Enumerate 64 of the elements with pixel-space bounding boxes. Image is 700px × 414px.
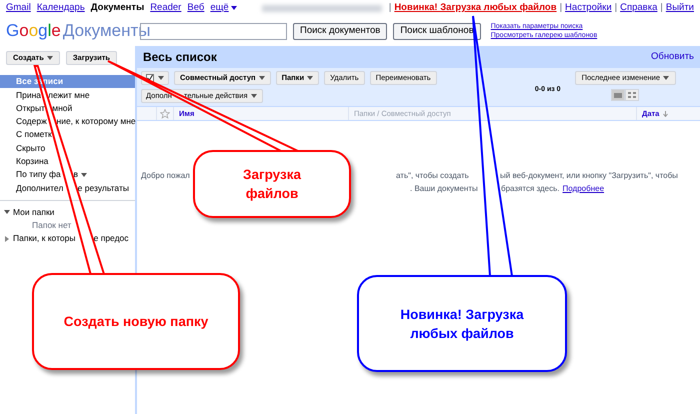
sort-arrow-icon [663, 110, 668, 116]
folder-item[interactable]: Мои папки [0, 206, 135, 219]
welcome-text: бразятся здесь. [501, 183, 560, 195]
sidebar-item-text: По типу фа [16, 168, 61, 182]
separator: | [388, 0, 392, 15]
sidebar-item-text: в [73, 168, 78, 182]
caret-icon [250, 94, 257, 98]
sidebar-item[interactable]: Содерж ние, к которому мне [0, 114, 135, 128]
separator: | [614, 0, 618, 15]
caret-icon [230, 6, 237, 10]
list-title: Весь список [143, 49, 217, 66]
google-logo[interactable]: Google [6, 18, 61, 44]
sidebar-item[interactable]: Скрыто [0, 141, 135, 155]
sidebar-item-text: е результаты [78, 182, 129, 194]
account-link[interactable]: Выйти [666, 0, 694, 16]
nav-link[interactable]: Документы [90, 0, 144, 16]
sidebar-item[interactable]: Корзина [0, 154, 135, 168]
separator: | [560, 0, 562, 15]
sidebar-item[interactable]: Прина лежит мне [0, 88, 135, 102]
sidebar-item-text: Прина [16, 88, 42, 102]
list-view-icon [614, 92, 622, 98]
empty-folder-note: Папок нет [31, 218, 72, 232]
account-link[interactable]: Настройки [565, 0, 612, 16]
expanded-triangle-icon [4, 209, 10, 216]
welcome-text: ый веб-документ, или кнопку "Загрузить", чтобы [500, 170, 678, 182]
folder-item-text: Папки, к которы [13, 232, 76, 246]
sidebar-item-text: ние, к которому мне [56, 115, 136, 128]
callout-text: Новинка! Загрузка любых файлов [399, 306, 525, 342]
caret-icon [663, 76, 669, 80]
sidebar-item-text: мной [52, 102, 72, 115]
nav-link[interactable]: Календарь [36, 0, 85, 16]
refresh-link[interactable]: Обновить [650, 50, 694, 64]
folder-item[interactable]: Папки, к которы е предос [0, 232, 135, 246]
more-link[interactable]: ещё [210, 0, 237, 16]
caret-icon [307, 76, 314, 80]
sidebar-item-text: Открыт [16, 102, 45, 115]
nav-link[interactable]: Gmail [6, 0, 31, 16]
nav-link[interactable]: Веб [187, 0, 204, 16]
sidebar-item[interactable]: Дополнител е результаты [0, 181, 135, 195]
nav-link[interactable]: Reader [150, 0, 182, 16]
callout-text: Загрузка файлов [242, 166, 302, 203]
callout-text: Создать новую папку [64, 313, 208, 331]
sidebar-item-text: лежит мне [48, 88, 90, 102]
caret-icon [258, 76, 265, 80]
welcome-text: ать", чтобы создать [396, 170, 469, 182]
sidebar-item-text: Дополнител [16, 182, 64, 194]
list-view-button[interactable] [611, 89, 626, 101]
welcome-text: . Ваши документы [410, 183, 478, 195]
caret-icon [158, 76, 164, 80]
more-info-link[interactable]: Подробнее [562, 182, 604, 195]
sidebar-item-text: Содерж [16, 115, 47, 128]
collapsed-triangle-icon [4, 236, 10, 242]
promo-link[interactable]: Новинка! Загрузка любых файлов [394, 0, 557, 16]
separator: | [660, 0, 663, 15]
search-button[interactable]: Поиск документов [293, 22, 388, 40]
grid-view-icon [628, 92, 636, 98]
grid-view-button[interactable] [625, 89, 640, 101]
sidebar-item[interactable]: Открыт мной [0, 102, 135, 115]
sidebar-item[interactable]: По типу фа в [0, 168, 135, 182]
star-icon[interactable] [160, 108, 170, 118]
folder-item-text: е предос [94, 232, 129, 246]
account-link[interactable]: Справка [620, 0, 658, 16]
welcome-text: Добро пожал [141, 170, 190, 182]
sidebar-item[interactable]: С пометк [0, 128, 135, 142]
